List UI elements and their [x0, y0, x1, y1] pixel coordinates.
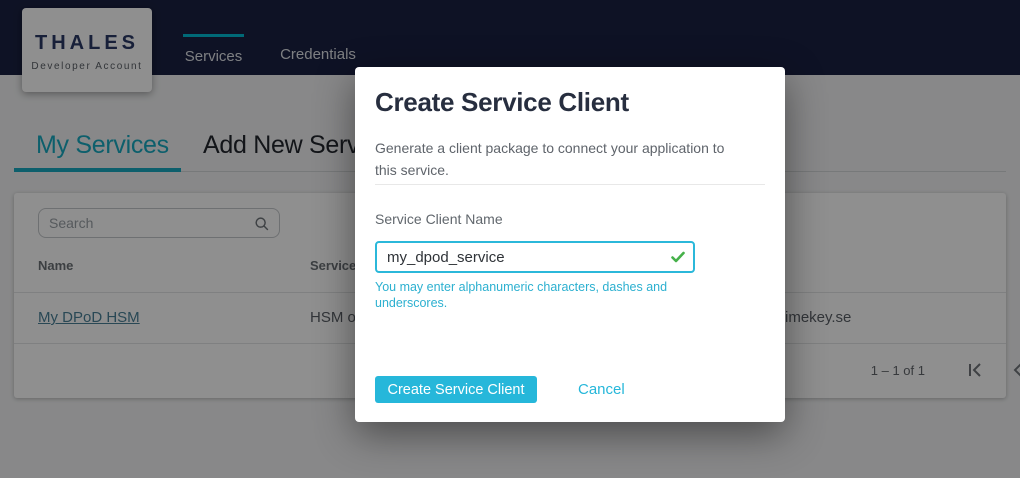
modal-description: Generate a client package to connect you…	[375, 137, 745, 181]
field-helper-text: You may enter alphanumeric characters, d…	[375, 279, 675, 311]
create-service-client-button[interactable]: Create Service Client	[375, 376, 537, 403]
cancel-button[interactable]: Cancel	[578, 381, 625, 398]
modal-divider	[375, 184, 765, 185]
service-client-name-input[interactable]	[375, 241, 695, 273]
modal-title: Create Service Client	[375, 87, 629, 118]
service-client-name-label: Service Client Name	[375, 211, 503, 227]
create-service-client-modal: Create Service Client Generate a client …	[355, 67, 785, 422]
screen: Services Credentials tomasg@ Application…	[0, 0, 1020, 478]
valid-checkmark-icon	[670, 249, 686, 265]
service-client-name-field-wrap	[375, 241, 695, 273]
